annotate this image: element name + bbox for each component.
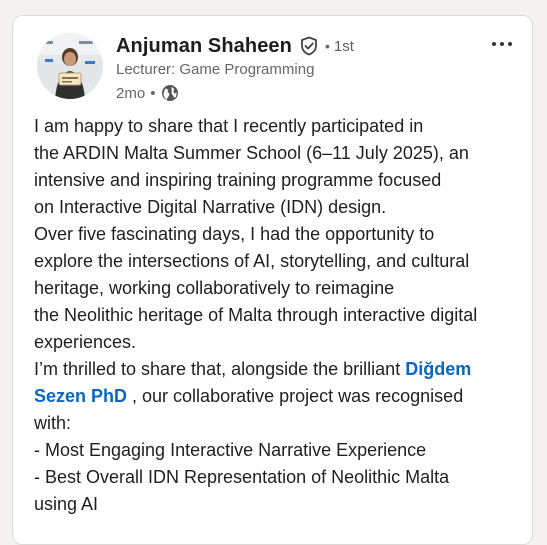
body-line: - Best Overall IDN Representation of Neo… — [34, 467, 450, 487]
body-line: intensive and inspiring training program… — [34, 170, 442, 190]
post-time[interactable]: 2mo — [116, 85, 145, 102]
time-separator: • — [150, 84, 156, 102]
body-line: I’m thrilled to share that, alongside th… — [34, 356, 524, 383]
body-text-segment: , our collaborative project was recognis… — [127, 386, 464, 406]
body-line: explore the intersections of AI, storyte… — [34, 251, 470, 271]
body-line: on Interactive Digital Narrative (IDN) d… — [34, 197, 387, 217]
post-body: I am happy to share that I recently part… — [34, 113, 524, 518]
post-meta: 2mo • — [116, 83, 354, 103]
body-text-segment: I’m thrilled to share that, alongside th… — [34, 359, 406, 379]
body-line: I am happy to share that I recently part… — [34, 116, 424, 136]
body-line: Over five fascinating days, I had the op… — [34, 224, 435, 244]
connection-degree: 1st — [333, 37, 354, 55]
body-line: the Neolithic heritage of Malta through … — [34, 305, 478, 325]
author-headline: Lecturer: Game Programming — [116, 61, 315, 78]
globe-icon — [161, 84, 179, 102]
body-line: Sezen PhD , our collaborative project wa… — [34, 383, 524, 410]
body-line: using AI — [34, 494, 99, 514]
ellipsis-icon-dot — [492, 42, 496, 46]
more-options-button[interactable] — [486, 34, 518, 54]
ellipsis-icon-dot — [500, 42, 504, 46]
separator-dot: • — [324, 38, 330, 54]
body-line: experiences. — [34, 332, 137, 352]
name-row: Anjuman Shaheen • 1st — [116, 33, 354, 59]
ellipsis-icon-dot — [508, 42, 512, 46]
author-name[interactable]: Anjuman Shaheen — [116, 35, 292, 58]
post-card: Anjuman Shaheen • 1st Lecturer: Game Pro… — [12, 15, 533, 545]
body-line: with: — [34, 413, 72, 433]
mention-link[interactable]: Diğdem — [405, 359, 471, 379]
verified-shield-icon — [299, 36, 319, 56]
body-line: heritage, working collaboratively to rei… — [34, 278, 395, 298]
post-header: Anjuman Shaheen • 1st Lecturer: Game Pro… — [116, 33, 354, 103]
mention-link[interactable]: Sezen PhD — [34, 386, 127, 406]
body-line: - Most Engaging Interactive Narrative Ex… — [34, 440, 427, 460]
avatar[interactable] — [37, 33, 103, 99]
body-line: the ARDIN Malta Summer School (6–11 July… — [34, 143, 469, 163]
